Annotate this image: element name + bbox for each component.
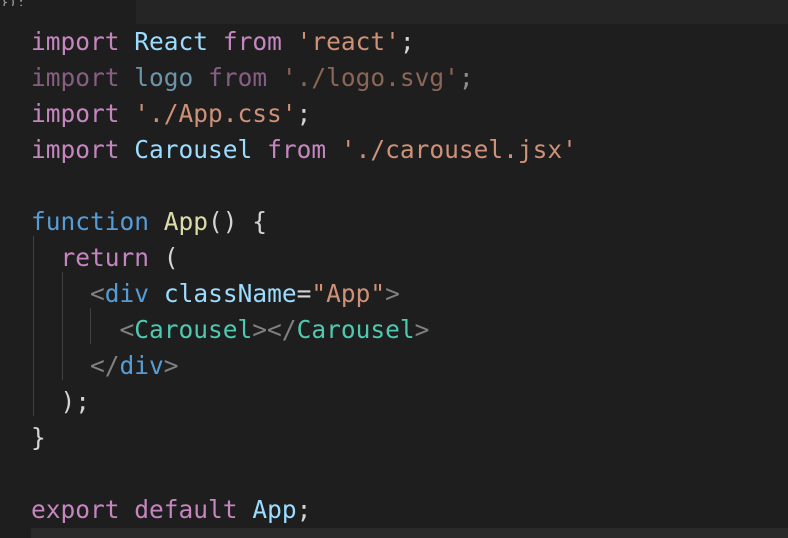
keyword-export: export [31, 495, 120, 524]
editor-bottom-strip [31, 528, 788, 538]
code-line-8: <div className="App"> [31, 276, 400, 312]
semicolon: ; [296, 99, 312, 128]
semicolon: ; [458, 63, 474, 92]
code-line-7: return ( [31, 240, 179, 276]
string-app-css: './App.css' [134, 99, 297, 128]
keyword-from: from [208, 63, 268, 92]
keyword-import: import [31, 63, 120, 92]
tag-middle-brackets: ></ [252, 315, 297, 344]
string-logo-svg: './logo.svg' [281, 63, 459, 92]
keyword-from: from [222, 27, 282, 56]
code-line-2: import logo from './logo.svg'; [31, 60, 474, 96]
semicolon: ; [296, 495, 312, 524]
component-carousel-open: Carousel [134, 315, 253, 344]
keyword-from: from [267, 135, 327, 164]
identifier-logo: logo [134, 63, 194, 92]
code-line-3: import './App.css'; [31, 96, 311, 132]
previous-code-fragment: }); [0, 0, 40, 6]
function-name-app: App [163, 207, 209, 236]
equals-sign: = [296, 279, 312, 308]
attribute-value-app: "App" [311, 279, 386, 308]
code-line-14: export default App; [31, 492, 311, 528]
tag-open-bracket: < [119, 315, 135, 344]
tag-closing-open-bracket: </ [90, 351, 120, 380]
keyword-return: return [60, 243, 150, 272]
function-signature-punctuation: () { [208, 207, 268, 236]
close-brace: } [31, 423, 46, 452]
semicolon: ; [399, 27, 415, 56]
tag-open-bracket: < [90, 279, 105, 308]
identifier-app: App [252, 495, 297, 524]
tag-close-bracket: > [385, 279, 400, 308]
keyword-import: import [31, 99, 120, 128]
code-editor[interactable]: }); import React from 'react'; import lo… [0, 0, 788, 538]
editor-top-strip [136, 0, 788, 24]
tag-div-close: div [119, 351, 164, 380]
code-line-9: <Carousel></Carousel> [31, 312, 430, 348]
string-react: 'react' [296, 27, 400, 56]
code-line-1: import React from 'react'; [31, 24, 415, 60]
code-line-11: ); [31, 384, 91, 420]
keyword-function: function [31, 207, 150, 236]
code-line-6: function App() { [31, 204, 267, 240]
string-carousel-jsx: './carousel.jsx' [340, 135, 577, 164]
identifier-carousel: Carousel [134, 135, 253, 164]
close-paren-semicolon: ); [60, 387, 91, 416]
tag-close-bracket: > [414, 315, 430, 344]
code-line-4: import Carousel from './carousel.jsx' [31, 132, 577, 168]
keyword-import: import [31, 27, 120, 56]
keyword-default: default [134, 495, 238, 524]
component-carousel-close: Carousel [296, 315, 415, 344]
tag-close-bracket: > [163, 351, 179, 380]
attribute-classname: className [163, 279, 297, 308]
tag-div: div [104, 279, 150, 308]
code-line-12: } [31, 420, 46, 456]
keyword-import: import [31, 135, 120, 164]
open-paren: ( [163, 243, 179, 272]
identifier-react: React [134, 27, 209, 56]
code-line-10: </div> [31, 348, 179, 384]
